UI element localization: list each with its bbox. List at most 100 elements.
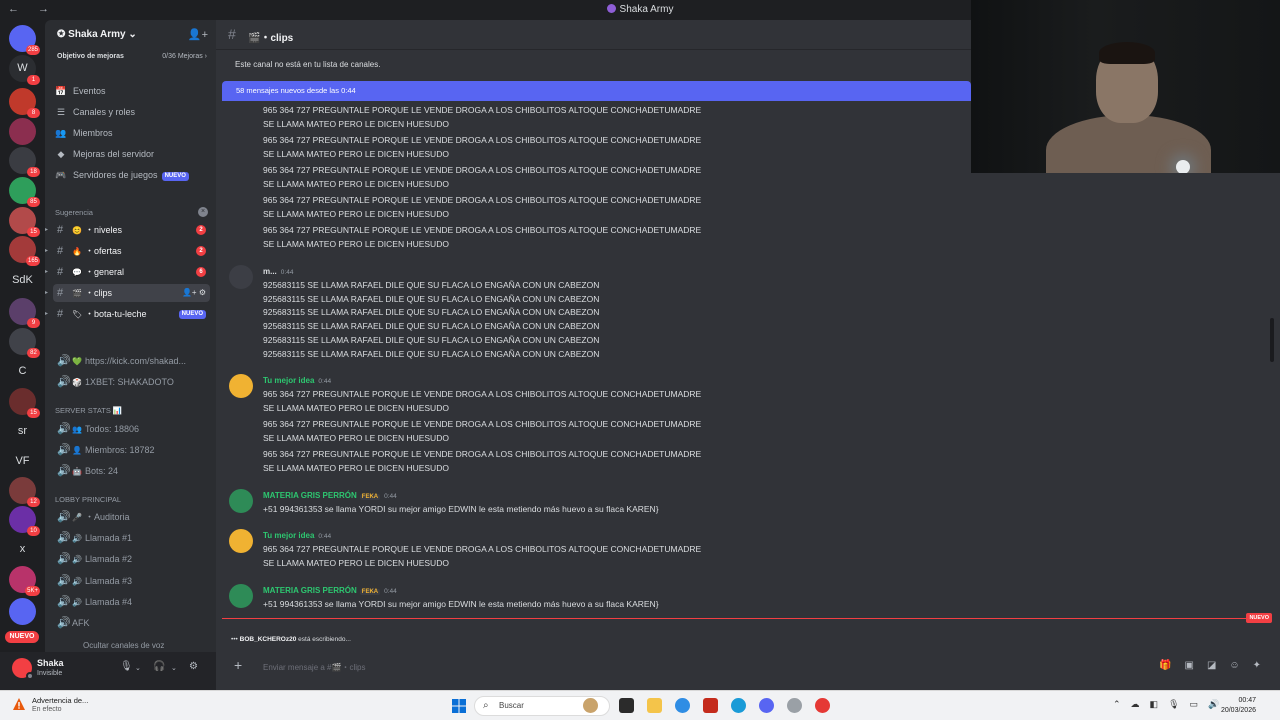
widget-icon[interactable] [583,698,598,713]
sidebar-menu-item[interactable]: 📅 Eventos [55,82,210,100]
avatar[interactable] [229,489,253,513]
author-name[interactable]: Tu mejor idea [263,376,314,385]
server-icon[interactable]: 10 [9,506,40,536]
sidebar-voice-channel[interactable]: 🔊🔊 Llamada #3 [53,572,210,590]
avatar[interactable] [229,584,253,608]
warning-icon[interactable] [12,697,26,711]
sidebar-channel[interactable]: ▸ # 🏷 ・bota-tu-leche NUEVO [45,305,210,323]
server-icon[interactable]: 5K+ [9,566,40,596]
sidebar-stat-channel[interactable]: 🔊👤 Miembros: 18782 [53,441,210,459]
avatar[interactable] [229,265,253,289]
server-icon[interactable]: sr [9,418,36,445]
gift-icon[interactable]: 🎁 [1159,660,1184,671]
guild-header[interactable]: ✪ Shaka Army ⌄ 👤+ [45,20,216,50]
headphones-icon[interactable]: 🎧 [153,661,165,672]
gear-icon[interactable]: ⚙ [189,661,198,672]
avatar[interactable] [229,529,253,553]
close-icon[interactable]: × [198,207,208,217]
server-icon[interactable]: VF [9,448,36,475]
sidebar-voice-channel[interactable]: 🔊🔊 Llamada #2 [53,550,210,568]
scrollbar-thumb[interactable] [1270,318,1274,362]
server-icon[interactable]: 12 [9,477,40,507]
user-panel[interactable]: Shaka Invisible 🎙 ⌄ 🎧 ⌄ ⚙ [0,652,216,690]
typing-text: está escribiendo... [298,636,351,643]
sidebar-channel[interactable]: ▸ # 🎬 ・clips 👤+ ⚙ [45,284,210,302]
windows-start-icon[interactable] [452,699,466,713]
invite-icon[interactable]: 👤+ [188,28,208,41]
cloud-icon[interactable]: ☁ [1131,699,1150,709]
author-name[interactable]: MATERIA GRIS PERRÓN [263,491,357,500]
sidebar-channel[interactable]: ▸ # 😊 ・niveles 2 [45,221,210,239]
window-title-text: Shaka Army [619,4,674,15]
chevron-down-icon[interactable]: ⌄ [135,664,141,672]
file-explorer-icon[interactable] [647,698,662,713]
menu-icon: ☰ [56,107,66,117]
sidebar-voice-channel[interactable]: 🔊💚 https://kick.com/shakad... [53,352,210,370]
boost-goal[interactable]: Objetivo de mejoras 0/36 Mejoras › [57,53,207,60]
warning-title[interactable]: Advertencia de... [32,696,88,705]
sidebar-menu-item[interactable]: ◆ Mejoras del servidor [55,145,210,163]
sidebar-voice-channel[interactable]: 🔊🎲 1XBET: SHAKADOTO [53,373,210,391]
sidebar-channel[interactable]: ▸ # 💬 ・general 6 [45,263,210,281]
guild-name[interactable]: ✪ Shaka Army ⌄ [57,29,137,40]
server-icon[interactable]: 18 [9,147,40,177]
new-messages-bar[interactable]: 58 mensajes nuevos desde las 0:44 [222,81,971,101]
task-view-icon[interactable] [619,698,634,713]
sidebar-stat-channel[interactable]: 🔊🤖 Bots: 24 [53,462,210,480]
author-name[interactable]: m... [263,267,277,276]
avatar[interactable] [229,374,253,398]
edge-icon[interactable] [675,698,690,713]
server-icon[interactable]: 82 [9,328,40,358]
server-icon[interactable]: C [9,358,36,385]
server-icon[interactable]: 15 [9,207,40,237]
server-icon[interactable]: 15 [9,388,40,418]
category-server-stats[interactable]: SERVER STATS 📊 [55,406,122,415]
sidebar-voice-channel[interactable]: 🔊🔊 Llamada #1 [53,529,210,547]
emoji-icon[interactable]: ☺ [1229,660,1252,671]
gif-icon[interactable]: ▣ [1184,660,1206,671]
sidebar-voice-channel[interactable]: 🔊🔊 Llamada #4 [53,593,210,611]
sidebar-channel[interactable]: ▸ # 🔥 ・ofertas 2 [45,242,210,260]
mention-badge: 9 [27,318,40,328]
mic-icon[interactable]: 🎙 [1168,699,1189,709]
hidden-voice-toggle[interactable]: Ocultar canales de voz [53,640,210,652]
message-input[interactable]: Enviar mensaje a #🎬・clips [263,662,365,673]
sidebar-voice-channel[interactable]: 🔊🎤 ・Auditoria [53,508,210,526]
wifi-icon[interactable]: ▭ [1190,699,1209,709]
server-icon[interactable]: x [9,536,36,563]
sidebar-menu-item[interactable]: 🎮 Servidores de juegos NUEVO [55,166,210,184]
category-lobby[interactable]: LOBBY PRINCIPAL [55,495,121,504]
author-name[interactable]: Tu mejor idea [263,531,314,540]
server-icon[interactable]: SdK [9,267,36,294]
app-icon[interactable] [815,698,830,713]
server-icon[interactable]: 9 [9,298,40,328]
chevron-down-icon: ⌄ [125,29,137,40]
clock[interactable]: 00:47 20/03/2026 [1221,696,1256,716]
server-icon[interactable] [9,118,36,145]
chevron-up-icon[interactable]: ⌃ [1113,699,1131,709]
microphone-icon[interactable]: 🎙 [120,661,133,672]
server-icon[interactable]: 165 [9,236,40,266]
sticker-icon[interactable]: ◪ [1207,660,1229,671]
server-icon[interactable]: 8 [9,88,40,118]
server-icon[interactable] [9,598,36,625]
channel-settings-icon[interactable]: 👤+ ⚙ [182,284,206,302]
server-icon[interactable]: 85 [9,177,40,207]
category-suggestion[interactable]: Sugerencia × [55,207,208,217]
sidebar-voice-channel[interactable]: 🔊AFK [53,614,210,632]
discord-icon[interactable] [759,698,774,713]
chevron-down-icon[interactable]: ⌄ [171,664,177,672]
message-composer[interactable]: + Enviar mensaje a #🎬・clips 🎁▣◪☺✦ [222,652,1274,682]
sidebar-menu-item[interactable]: 👥 Miembros [55,124,210,142]
plus-icon[interactable]: + [234,657,242,673]
browser-icon[interactable] [731,698,746,713]
obs-icon[interactable] [787,698,802,713]
server-icon[interactable]: W1 [9,55,40,85]
network-icon[interactable]: ◧ [1150,699,1169,709]
apps-icon[interactable]: ✦ [1253,660,1274,671]
author-name[interactable]: MATERIA GRIS PERRÓN [263,586,357,595]
sidebar-menu-item[interactable]: ☰ Canales y roles [55,103,210,121]
server-icon[interactable]: 285 [9,25,40,55]
sidebar-stat-channel[interactable]: 🔊👥 Todos: 18806 [53,420,210,438]
office-icon[interactable] [703,698,718,713]
